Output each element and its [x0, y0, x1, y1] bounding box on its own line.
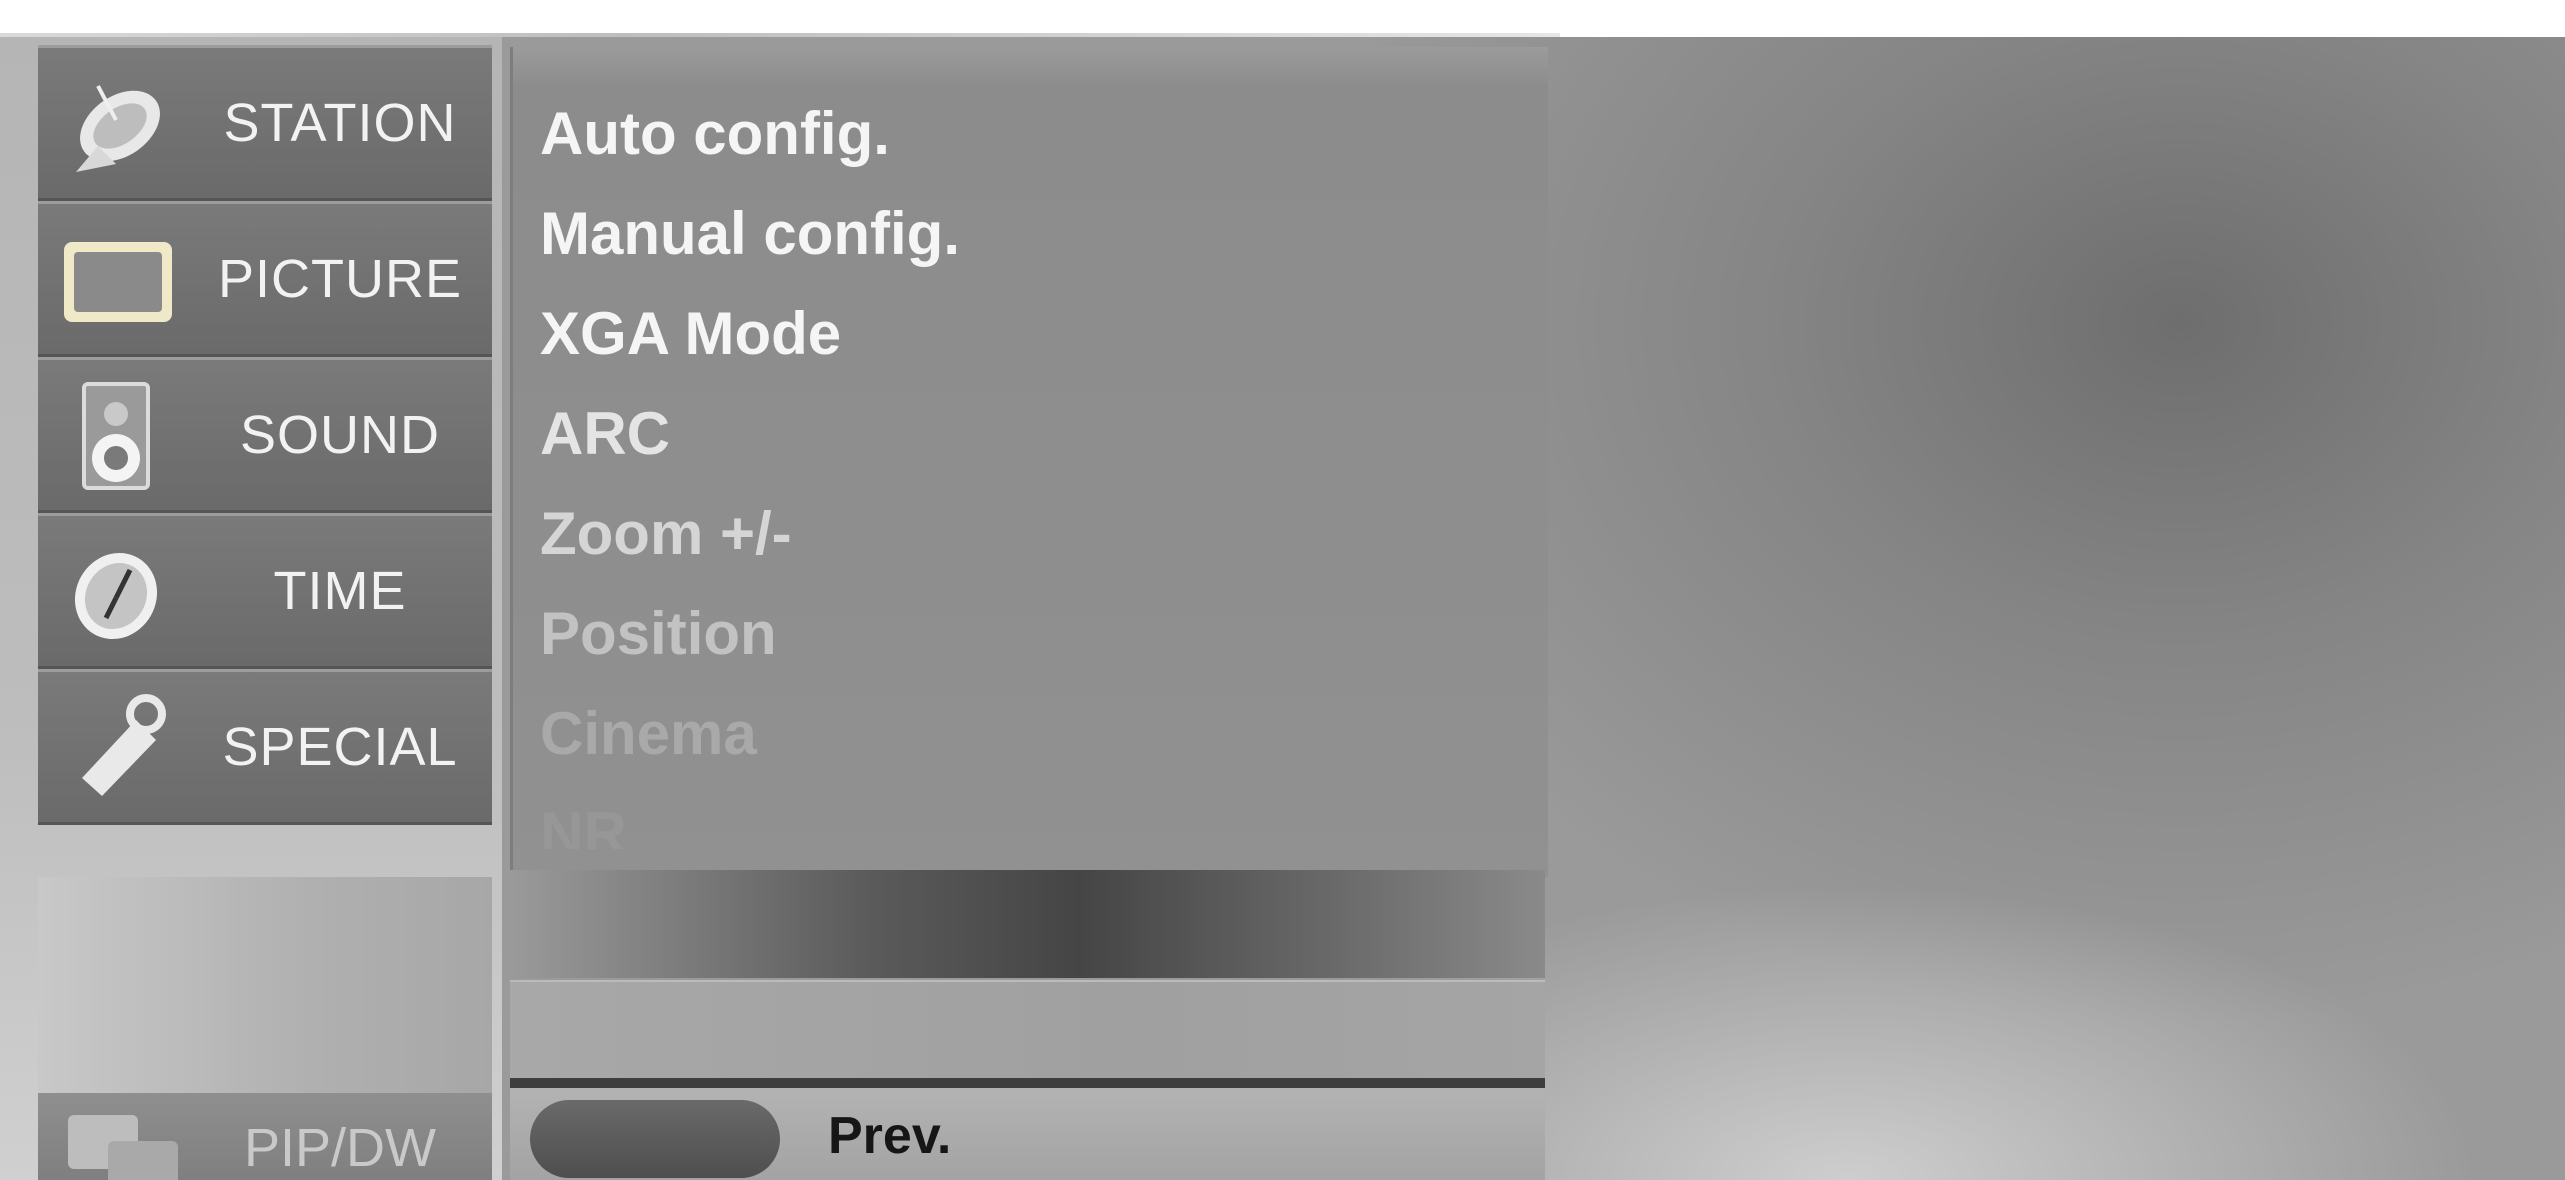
submenu-top-bar — [513, 47, 1548, 87]
submenu-panel: Auto config. Manual config. XGA Mode ARC… — [510, 47, 1548, 877]
tv-screen: STATION PICTURE SOUND TIME SPECIAL PIP/D… — [0, 37, 2565, 1180]
pip-window-icon — [68, 1115, 178, 1180]
menu-item-manual-config[interactable]: Manual config. — [540, 199, 960, 268]
info-bar — [510, 980, 1545, 1080]
sidebar-item-picture[interactable]: PICTURE — [38, 201, 492, 357]
speaker-icon — [82, 382, 150, 490]
menu-item-cinema[interactable]: Cinema — [540, 699, 757, 768]
sidebar-item-label: TIME — [273, 561, 407, 621]
divider — [510, 1078, 1545, 1088]
sidebar-item-label: SOUND — [239, 405, 440, 465]
menu-item-xga-mode[interactable]: XGA Mode — [540, 299, 841, 368]
satellite-dish-icon — [76, 85, 160, 172]
sidebar-item-special[interactable]: SPECIAL — [38, 669, 492, 825]
sidebar-item-label: STATION — [223, 93, 457, 153]
prev-button[interactable] — [530, 1100, 780, 1178]
menu-item-zoom[interactable]: Zoom +/- — [540, 499, 792, 568]
sidebar-item-label: PICTURE — [217, 249, 462, 309]
prev-button-label: Prev. — [828, 1107, 952, 1165]
sidebar-item-station[interactable]: STATION — [38, 45, 492, 201]
sidebar-item-label: PIP/DW — [243, 1118, 436, 1178]
footer-bar: Prev. — [510, 1088, 1545, 1180]
menu-item-position[interactable]: Position — [540, 599, 777, 668]
sidebar-spacer — [38, 877, 492, 1093]
menu-separator-band — [510, 870, 1545, 978]
sidebar-item-pip-dw[interactable]: PIP/DW — [38, 1093, 492, 1180]
sidebar-item-time[interactable]: TIME — [38, 513, 492, 669]
menu-item-auto-config[interactable]: Auto config. — [540, 99, 890, 168]
tv-screen-icon — [64, 242, 172, 322]
sidebar-item-sound[interactable]: SOUND — [38, 357, 492, 513]
sidebar-item-label: SPECIAL — [222, 717, 458, 777]
sidebar: STATION PICTURE SOUND TIME SPECIAL PIP/D… — [0, 37, 502, 1180]
tag-icon — [82, 694, 166, 796]
menu-item-nr[interactable]: NR — [540, 799, 627, 849]
menu-item-arc[interactable]: ARC — [540, 399, 670, 468]
clock-icon — [74, 552, 158, 640]
